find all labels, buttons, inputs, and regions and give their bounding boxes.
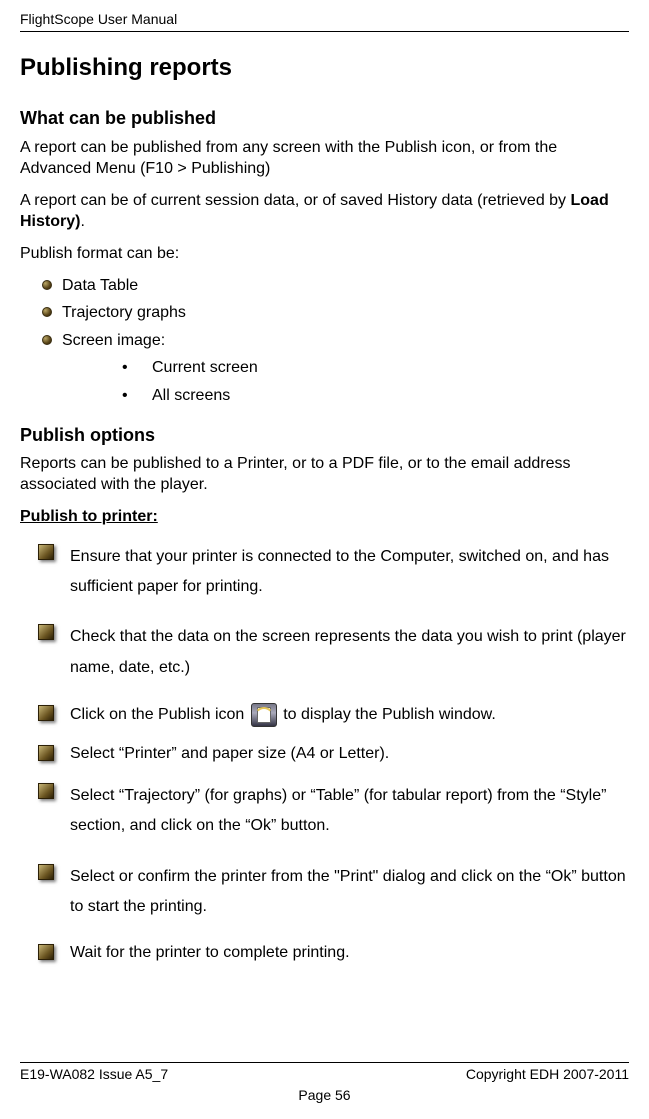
list-item: All screens bbox=[122, 385, 629, 407]
subsection-heading: Publish to printer: bbox=[20, 506, 629, 528]
square-bullet-icon bbox=[38, 624, 54, 640]
paragraph: Publish format can be: bbox=[20, 243, 629, 265]
square-bullet-icon bbox=[38, 864, 54, 880]
footer-copyright: Copyright EDH 2007-2011 bbox=[466, 1065, 629, 1084]
section-heading-options: Publish options bbox=[20, 423, 629, 447]
paragraph: A report can be published from any scree… bbox=[20, 137, 629, 180]
sphere-bullet-icon bbox=[42, 307, 52, 317]
footer-page-number: Page 56 bbox=[20, 1086, 629, 1105]
format-list: Data Table Trajectory graphs Screen imag… bbox=[20, 275, 629, 407]
sphere-bullet-icon bbox=[42, 335, 52, 345]
list-item: Select “Trajectory” (for graphs) or “Tab… bbox=[20, 781, 629, 842]
list-text: Trajectory graphs bbox=[62, 304, 186, 321]
list-text: Ensure that your printer is connected to… bbox=[70, 548, 609, 595]
footer-doc-id: E19-WA082 Issue A5_7 bbox=[20, 1065, 168, 1084]
section-heading-what: What can be published bbox=[20, 106, 629, 130]
page-footer: E19-WA082 Issue A5_7 Copyright EDH 2007-… bbox=[20, 1062, 629, 1105]
list-item: Current screen bbox=[122, 357, 629, 379]
list-text: Select “Trajectory” (for graphs) or “Tab… bbox=[70, 787, 606, 834]
list-text: All screens bbox=[152, 387, 230, 404]
square-bullet-icon bbox=[38, 544, 54, 560]
list-text: Data Table bbox=[62, 277, 138, 294]
square-bullet-icon bbox=[38, 783, 54, 799]
text: A report can be of current session data,… bbox=[20, 192, 571, 209]
list-text: to display the Publish window. bbox=[283, 706, 496, 723]
list-item: Click on the Publish icon to display the… bbox=[20, 703, 629, 727]
square-bullet-icon bbox=[38, 944, 54, 960]
list-item: Trajectory graphs bbox=[20, 302, 629, 324]
steps-list: Ensure that your printer is connected to… bbox=[20, 542, 629, 964]
list-text: Screen image: bbox=[62, 332, 165, 349]
list-text: Select or confirm the printer from the "… bbox=[70, 868, 626, 915]
list-text: Check that the data on the screen repres… bbox=[70, 628, 626, 675]
doc-header: FlightScope User Manual bbox=[20, 10, 629, 32]
square-bullet-icon bbox=[38, 745, 54, 761]
list-item: Ensure that your printer is connected to… bbox=[20, 542, 629, 603]
list-item: Screen image: Current screen All screens bbox=[20, 330, 629, 407]
list-item: Select “Printer” and paper size (A4 or L… bbox=[20, 743, 629, 765]
list-text: Select “Printer” and paper size (A4 or L… bbox=[70, 745, 389, 762]
publish-icon bbox=[251, 703, 277, 727]
list-text: Wait for the printer to complete printin… bbox=[70, 944, 350, 961]
page-title: Publishing reports bbox=[20, 52, 629, 84]
list-item: Data Table bbox=[20, 275, 629, 297]
list-item: Check that the data on the screen repres… bbox=[20, 622, 629, 683]
sub-list: Current screen All screens bbox=[122, 357, 629, 406]
text: . bbox=[80, 213, 84, 230]
list-item: Wait for the printer to complete printin… bbox=[20, 942, 629, 964]
list-item: Select or confirm the printer from the "… bbox=[20, 862, 629, 923]
sphere-bullet-icon bbox=[42, 280, 52, 290]
paragraph: Reports can be published to a Printer, o… bbox=[20, 453, 629, 496]
paragraph: A report can be of current session data,… bbox=[20, 190, 629, 233]
square-bullet-icon bbox=[38, 705, 54, 721]
list-text: Click on the Publish icon bbox=[70, 706, 249, 723]
list-text: Current screen bbox=[152, 359, 258, 376]
